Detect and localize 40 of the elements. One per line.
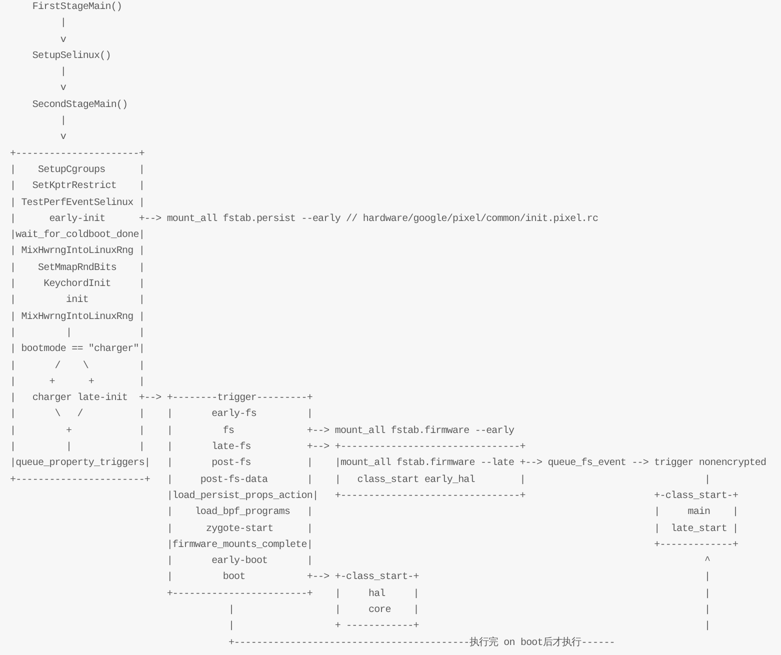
code-line: | MixHwrngIntoLinuxRng | [10,244,144,260]
code-line: | | | | late-fs +--> +--------------------------------+ [10,440,526,456]
code-line: | [59,66,66,80]
code-line: SetupSelinux() [31,50,111,64]
code-line: +----------------------+ [10,148,144,162]
code-line: | + + | [10,376,144,390]
code-line: v [59,34,66,48]
code-line: | early-init +--> mount_all fstab.persist --early // hardware/google/pixel/common/init.pixel.rc [10,212,598,227]
code-line: | / \ | [10,360,144,374]
code-line: | early-boot | ^ [166,554,710,570]
code-line: |wait_for_coldboot_done| [10,228,144,244]
code-line: | boot +--> +-class_start-+ | [166,570,710,586]
code-line: | | core | | [227,604,710,618]
code-line: | + ------------+ | [227,620,710,634]
code-line: | zygote-start | | late_start | [166,522,738,536]
code-line: | bootmode == "charger"| [10,342,144,358]
code-line: | SetupCgroups | [10,164,144,178]
code-line: +-----------------------+ | post-fs-data | | class_start early_hal | | [10,474,710,488]
code-line: SecondStageMain() [31,98,128,113]
code-line: | load_bpf_programs | | main | [166,506,738,520]
code-line: | + | | fs +--> mount_all fstab.firmware --early [10,424,514,439]
code-line: | SetMmapRndBits | [10,262,144,276]
code-line: | \ / | | early-fs | [10,408,312,422]
code-line: | | | [10,326,144,341]
code-line: | SetKptrRestrict | [10,180,144,194]
code-line: | MixHwrngIntoLinuxRng | [10,310,144,325]
code-line: FirstStageMain() [31,0,122,15]
code-line: | KeychordInit | [10,278,144,292]
code-line: | TestPerfEventSelinux | [10,196,144,211]
code-line: v [59,82,66,96]
code-line: | init | [10,294,144,308]
code-line: | charger late-init +--> +--------trigger---------+ [10,392,312,406]
code-line: |load_persist_props_action| +--------------------------------+ +-class_start-+ [166,490,738,504]
code-line: | [59,114,66,130]
code-line: | [59,16,66,32]
code-line: |firmware_mounts_complete| +-------------+ [166,538,738,553]
code-line: +------------------------+ | hal | | [166,588,710,602]
code-line: v [59,131,66,146]
code-line: |queue_property_triggers| | post-fs | |mount_all fstab.firmware --late +--> queue_fs_event --> trigger nonencrypted [10,456,766,472]
code-line: +------------------------------------------执行完 on boot后才执行------ [227,636,615,651]
